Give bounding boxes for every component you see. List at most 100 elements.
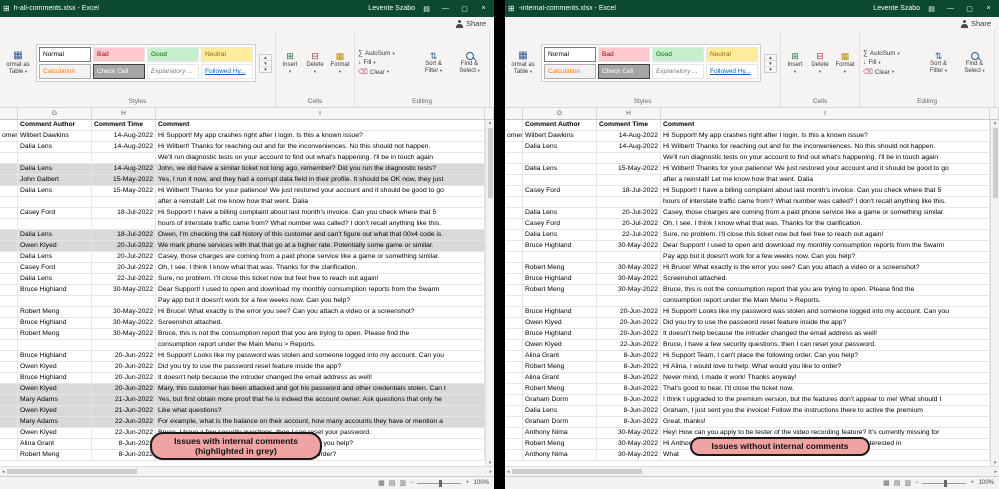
cell[interactable] bbox=[505, 395, 523, 405]
cell[interactable]: Bruce Highland bbox=[523, 241, 597, 251]
table-row[interactable]: Casey Ford20-Jul-2022Oh, I see. I think … bbox=[505, 219, 990, 230]
cell[interactable]: Like what questions? bbox=[156, 406, 485, 416]
cell[interactable]: Mary Adams bbox=[18, 417, 92, 427]
cell[interactable]: Alina Grant bbox=[18, 439, 92, 449]
cell[interactable]: Owen Klyed bbox=[18, 241, 92, 251]
cell[interactable]: Owen Klyed bbox=[18, 362, 92, 372]
cell[interactable] bbox=[0, 329, 18, 339]
cell[interactable] bbox=[18, 219, 92, 229]
cell[interactable]: 20-Jul-2022 bbox=[92, 252, 156, 262]
cell[interactable]: Wilbert Dawkins bbox=[523, 131, 597, 141]
style-neutral[interactable]: Neutral bbox=[201, 47, 253, 62]
cell[interactable]: Screenshot attached. bbox=[661, 274, 990, 284]
cell[interactable]: 20-Jun-2022 bbox=[597, 318, 661, 328]
cell[interactable] bbox=[0, 197, 18, 207]
cell[interactable] bbox=[0, 153, 18, 163]
cell[interactable]: after a reinstall! Let me know how that … bbox=[661, 175, 990, 185]
table-header-row[interactable]: Comment Author Comment Time Comment bbox=[0, 120, 485, 131]
cell[interactable]: Yes, I run it now, and they had a corrup… bbox=[156, 175, 485, 185]
cell[interactable]: 20-Jul-2022 bbox=[597, 219, 661, 229]
cell[interactable] bbox=[0, 164, 18, 174]
table-header-row[interactable]: Comment Author Comment Time Comment bbox=[505, 120, 990, 131]
table-row[interactable]: Bruce Highland20-Jun-2022It doesn't help… bbox=[505, 329, 990, 340]
cell[interactable] bbox=[505, 406, 523, 416]
table-row[interactable]: hours of interstate traffic came from? W… bbox=[0, 219, 485, 230]
table-row[interactable]: Robert Meng8-Jun-2022That's good to hear… bbox=[505, 384, 990, 395]
cell[interactable] bbox=[0, 274, 18, 284]
cell[interactable]: Casey Ford bbox=[18, 208, 92, 218]
cell[interactable] bbox=[597, 252, 661, 262]
table-row[interactable]: Mary Adams22-Jun-2022For example, what i… bbox=[0, 417, 485, 428]
table-row[interactable]: omerWilbert Dawkins14-Aug-2022Hi Support… bbox=[505, 131, 990, 142]
cell[interactable]: Yes, but first obtain more proof that he… bbox=[156, 395, 485, 405]
cell[interactable]: We'll run diagnostic tests on your accou… bbox=[661, 153, 990, 163]
cell[interactable] bbox=[0, 417, 18, 427]
style-explanatory[interactable]: Explanatory ... bbox=[652, 64, 704, 79]
cell[interactable]: John Galbert bbox=[18, 175, 92, 185]
cell[interactable]: Dalia Lens bbox=[18, 186, 92, 196]
header-comment-author[interactable]: Comment Author bbox=[18, 120, 92, 130]
cell[interactable]: Alina Grant bbox=[523, 373, 597, 383]
ribbon-display-options-icon[interactable]: ▤ bbox=[419, 5, 434, 13]
cell[interactable]: Casey Ford bbox=[523, 186, 597, 196]
scroll-up-icon[interactable]: ▴ bbox=[994, 120, 997, 126]
table-row[interactable]: Dalia Lens15-May-2022Hi Wilbert! Thanks … bbox=[0, 186, 485, 197]
table-row[interactable]: Robert Meng8-Jun-2022Hi Alina, I would l… bbox=[505, 362, 990, 373]
cell[interactable]: 8-Jun-2022 bbox=[92, 439, 156, 449]
cell[interactable] bbox=[505, 450, 523, 460]
cell[interactable]: Alina Grant bbox=[523, 351, 597, 361]
cell[interactable] bbox=[0, 175, 18, 185]
cell[interactable]: Pay app but it doesn't work for a few we… bbox=[661, 252, 990, 262]
cell[interactable]: Owen, I'm checking the call history of t… bbox=[156, 230, 485, 240]
cell[interactable] bbox=[0, 406, 18, 416]
sort-filter-button[interactable]: ⇅ Sort & Filter ▾ bbox=[922, 51, 955, 75]
cell[interactable]: omer bbox=[0, 131, 18, 141]
table-row[interactable]: Casey Ford20-Jul-2022Oh, I see. I think … bbox=[0, 263, 485, 274]
cell[interactable]: Bruce Highland bbox=[18, 285, 92, 295]
table-row[interactable]: Dalia Lens15-May-2022Hi Wilbert! Thanks … bbox=[505, 164, 990, 175]
cell[interactable]: Robert Meng bbox=[523, 362, 597, 372]
cell[interactable]: Bruce Highland bbox=[18, 351, 92, 361]
table-row[interactable]: Dalia Lens14-Aug-2022Hi Wilbert! Thanks … bbox=[0, 142, 485, 153]
cell[interactable]: 8-Jun-2022 bbox=[597, 373, 661, 383]
table-row[interactable]: Owen Klyed20-Jun-2022Did you try to use … bbox=[505, 318, 990, 329]
table-row[interactable]: Robert Meng30-May-2022Bruce, this is not… bbox=[0, 329, 485, 340]
cell[interactable] bbox=[0, 241, 18, 251]
cell[interactable]: Great, thanks! bbox=[661, 417, 990, 427]
cell[interactable] bbox=[505, 274, 523, 284]
cell[interactable]: 30-May-2022 bbox=[597, 439, 661, 449]
fill-button[interactable]: ↓ Fill ▾ bbox=[358, 59, 414, 66]
normal-view-icon[interactable]: ▦ bbox=[883, 479, 890, 487]
cell[interactable] bbox=[0, 351, 18, 361]
cell[interactable] bbox=[523, 252, 597, 262]
cell[interactable]: Dalia Lens bbox=[523, 208, 597, 218]
cell[interactable] bbox=[505, 142, 523, 152]
cell[interactable]: Hi Support Team, I can't place the follo… bbox=[661, 351, 990, 361]
cell[interactable]: Sure, no problem. I'll close this ticket… bbox=[156, 274, 485, 284]
cell[interactable] bbox=[505, 241, 523, 251]
column-letter-h[interactable]: H bbox=[92, 108, 156, 119]
zoom-out-button[interactable]: − bbox=[410, 480, 414, 486]
cell[interactable] bbox=[505, 417, 523, 427]
cell[interactable] bbox=[0, 186, 18, 196]
column-letter-f[interactable] bbox=[505, 108, 523, 119]
cell[interactable]: 20-Jun-2022 bbox=[597, 329, 661, 339]
zoom-slider[interactable] bbox=[922, 483, 966, 484]
cell[interactable] bbox=[0, 208, 18, 218]
cell[interactable]: 8-Jun-2022 bbox=[597, 362, 661, 372]
normal-view-icon[interactable]: ▦ bbox=[378, 479, 385, 487]
cell[interactable]: For example, what is the balance on thei… bbox=[156, 417, 485, 427]
table-row[interactable]: Bruce Highland20-Jun-2022It doesn't help… bbox=[0, 373, 485, 384]
zoom-in-button[interactable]: + bbox=[970, 480, 974, 486]
cell[interactable]: omer bbox=[505, 131, 523, 141]
format-button[interactable]: ▦ Format ▾ bbox=[834, 51, 856, 74]
cell[interactable] bbox=[505, 296, 523, 306]
cell[interactable]: 8-Jun-2022 bbox=[597, 417, 661, 427]
cell[interactable]: It doesn't help because the intruder cha… bbox=[156, 373, 485, 383]
cell[interactable]: 20-Jun-2022 bbox=[92, 351, 156, 361]
style-calculation[interactable]: Calculation bbox=[544, 64, 596, 79]
cell[interactable]: Hi Alina, I would love to help. What wou… bbox=[661, 362, 990, 372]
column-letter-f[interactable] bbox=[0, 108, 18, 119]
style-followed-hyperlink[interactable]: Followed Hy... bbox=[706, 64, 758, 79]
cell[interactable]: 22-Jun-2022 bbox=[597, 340, 661, 350]
